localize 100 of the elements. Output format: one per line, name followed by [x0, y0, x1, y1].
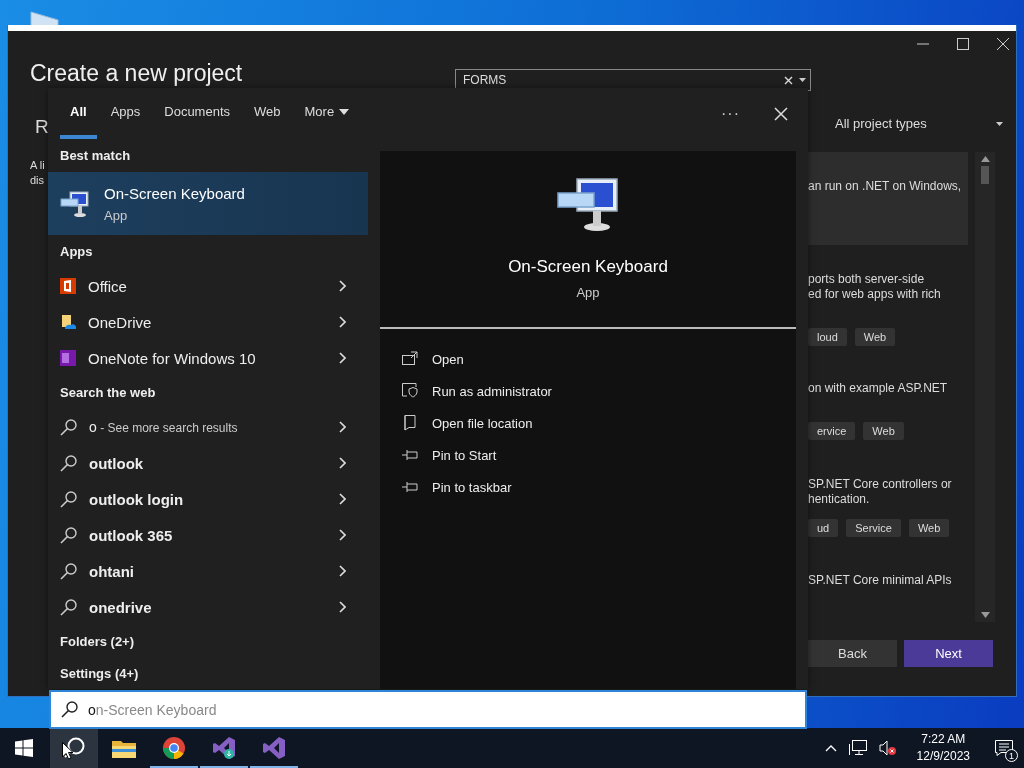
clear-icon[interactable]	[784, 75, 793, 85]
network-icon[interactable]	[848, 740, 867, 756]
scroll-thumb[interactable]	[981, 166, 989, 184]
caret-icon[interactable]	[799, 78, 806, 82]
template-item[interactable]: an run on .NET on Windows,	[808, 152, 968, 245]
tag: Service	[846, 519, 901, 537]
item-title: On-Screen Keyboard	[104, 184, 245, 202]
next-button[interactable]: Next	[904, 640, 993, 667]
search-icon	[60, 562, 77, 580]
template-item[interactable]: SP.NET Core minimal APIs	[808, 546, 968, 622]
ide-download-icon	[212, 736, 236, 760]
tab[interactable]: Web	[244, 88, 291, 139]
keyboard-monitor-icon	[557, 177, 619, 233]
template-description: ports both server-side ed for web apps with rich	[808, 272, 942, 302]
action-item[interactable]: Run as administrator	[402, 375, 796, 407]
chevron-icon[interactable]	[339, 529, 346, 541]
action-item[interactable]: Open file location	[402, 407, 796, 439]
chevron-icon[interactable]	[339, 421, 346, 433]
chevron-up-icon[interactable]	[824, 744, 837, 752]
office-icon	[60, 278, 76, 294]
more-options-button[interactable]: ···	[707, 88, 754, 139]
tag: Web	[854, 328, 896, 346]
chevron-icon[interactable]	[339, 457, 346, 469]
template-description: SP.NET Core minimal APIs	[808, 573, 953, 588]
maximize-icon[interactable]	[956, 37, 970, 51]
chevron-icon[interactable]	[339, 493, 346, 505]
filter-dropdown[interactable]: All project types	[835, 116, 1003, 131]
tab[interactable]: More	[294, 88, 360, 139]
pin-icon	[402, 447, 418, 463]
web-result[interactable]: o - See more search results	[48, 409, 368, 445]
tab[interactable]: Documents	[154, 88, 240, 139]
web-result[interactable]: ohtani	[48, 553, 368, 589]
back-button[interactable]: Back	[808, 640, 897, 667]
action-item[interactable]: Pin to Start	[402, 439, 796, 471]
notification-button[interactable]: 1	[984, 728, 1024, 768]
cloud-folder-icon	[60, 314, 76, 330]
search-icon	[60, 490, 77, 508]
caret-icon	[996, 121, 1003, 126]
template-item[interactable]: SP.NET Core controllers or hentication. ud Service Web	[808, 450, 968, 546]
search-icon	[60, 526, 77, 544]
search-icon	[60, 418, 77, 436]
template-description: SP.NET Core controllers or hentication.	[808, 477, 953, 507]
scroll-down-icon[interactable]	[980, 612, 990, 618]
template-item[interactable]: on with example ASP.NET ervice Web	[808, 354, 968, 450]
web-result[interactable]: outlook login	[48, 481, 368, 517]
folder-icon	[402, 415, 418, 431]
page-title: Create a new project	[30, 60, 244, 88]
folder-icon	[112, 738, 136, 758]
tag: ervice	[808, 422, 856, 440]
chevron-icon[interactable]	[339, 565, 346, 577]
notification-badge: 1	[1005, 749, 1018, 762]
search-icon	[60, 454, 77, 472]
tab[interactable]: All	[60, 88, 97, 139]
section-heading[interactable]: Folders (2+)	[48, 625, 368, 657]
pin-icon	[402, 479, 418, 495]
shield-window-icon	[402, 383, 418, 399]
action-item[interactable]: Pin to taskbar	[402, 471, 796, 503]
chevron-icon[interactable]	[339, 280, 346, 292]
section-heading: Search the web	[59, 384, 157, 402]
section-heading: Best match	[59, 147, 132, 165]
web-result[interactable]: outlook 365	[48, 517, 368, 553]
app-result[interactable]: OneNote for Windows 10	[48, 340, 368, 376]
best-match-item[interactable]: On-Screen Keyboard App	[48, 172, 368, 235]
close-icon	[774, 106, 788, 121]
tag: ud	[808, 519, 839, 537]
keyboard-monitor-icon	[60, 189, 90, 218]
template-description: on with example ASP.NET	[808, 381, 949, 396]
template-description: an run on .NET on Windows,	[808, 179, 962, 194]
description-text: dis	[30, 173, 46, 188]
tab[interactable]: Apps	[100, 88, 151, 139]
browser-icon	[162, 736, 186, 760]
tag: Web	[863, 422, 904, 440]
template-item[interactable]: ports both server-side ed for web apps with rich loud Web	[808, 245, 968, 354]
open-window-icon	[402, 351, 418, 367]
close-icon[interactable]	[996, 37, 1010, 51]
search-icon	[61, 701, 78, 718]
search-icon	[60, 598, 77, 616]
preview-subtitle: App	[576, 285, 600, 300]
search-field[interactable]: on-Screen Keyboard	[49, 690, 807, 729]
tag: loud	[808, 328, 847, 346]
item-subtitle: App	[104, 207, 129, 223]
section-heading[interactable]: Settings (4+)	[48, 657, 368, 689]
scrollbar[interactable]	[975, 152, 995, 622]
tag: Web	[908, 519, 950, 537]
web-result[interactable]: onedrive	[48, 589, 368, 625]
start-icon	[15, 739, 33, 757]
scroll-up-icon[interactable]	[980, 156, 990, 162]
chevron-icon[interactable]	[339, 601, 346, 613]
cursor-icon	[62, 742, 74, 760]
chevron-icon[interactable]	[339, 316, 346, 328]
action-item[interactable]: Open	[402, 343, 796, 375]
preview-title: On-Screen Keyboard	[508, 257, 668, 277]
web-result[interactable]: outlook	[48, 445, 368, 481]
clock[interactable]: 7:22 AM 12/9/2023	[916, 731, 970, 765]
app-result[interactable]: Office	[48, 268, 368, 304]
notebook-icon	[60, 350, 76, 366]
volume-muted-icon[interactable]	[878, 740, 897, 756]
app-result[interactable]: OneDrive	[48, 304, 368, 340]
section-heading: R	[35, 115, 50, 138]
chevron-icon[interactable]	[339, 352, 346, 364]
